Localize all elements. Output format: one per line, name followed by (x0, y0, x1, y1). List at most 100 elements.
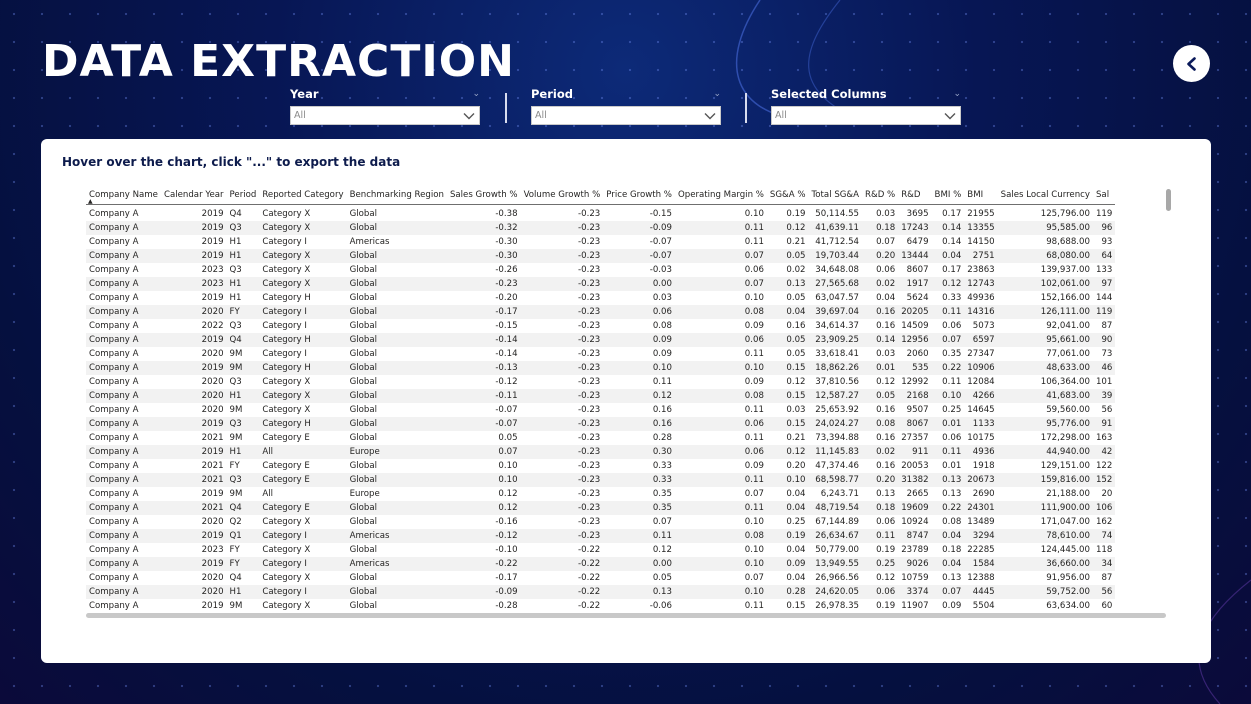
table-cell: Q3 (229, 377, 242, 387)
column-header[interactable]: Price Growth % (603, 187, 675, 205)
table-row[interactable]: Company A 2019 H1 Category X Global -0.30 -0.2… (86, 249, 1116, 263)
table-cell: Americas (346, 557, 447, 571)
table-row[interactable]: Company A 2020 9M Category X Global -0.07 -0.2… (86, 403, 1115, 417)
column-header[interactable]: Company Name ▲ (86, 187, 161, 205)
table-row[interactable]: Company A 2019 9M Category H Global -0.13 -0.2… (86, 361, 1116, 375)
table-cell: 68,598.77 (808, 473, 863, 487)
table-row[interactable]: Company A 2019 Q3 Category X Global -0.32 -0.2… (86, 221, 1116, 235)
table-row[interactable]: Company A 2021 Q4 Category E Global 0.12 -0.23… (86, 501, 1116, 515)
table-cell: 2690 (972, 489, 995, 499)
table-row[interactable]: Company A 2020 H1 Category X Global -0.11 -0.2… (86, 389, 1116, 403)
table-cell: 2019 (160, 249, 227, 263)
table-row[interactable]: Company A 2021 9M Category E Global 0.05 -0.23… (86, 431, 1115, 445)
table-cell: 14509 (901, 321, 929, 331)
column-header[interactable]: Volume Growth % (520, 187, 604, 205)
table-cell: 63,634.00 (1046, 601, 1090, 611)
year-filter[interactable]: Year ⌄ All (290, 86, 480, 125)
vertical-scrollbar[interactable] (1166, 189, 1171, 211)
column-header[interactable]: Period (226, 187, 260, 205)
table-cell: 0.20 (862, 249, 899, 263)
table-cell: 0.07 (674, 249, 767, 263)
table-cell: 119 (1095, 209, 1113, 219)
table-row[interactable]: Company A 2019 Q1 Category I Americas -0.12 -0… (86, 529, 1116, 543)
data-table-viewport[interactable]: Company Name ▲ Calendar Year Period Reported… (86, 187, 1166, 617)
table-cell: 0.04 (786, 489, 806, 499)
table-row[interactable]: Company A 2019 H1 Category H Global -0.20 -0.2… (86, 291, 1115, 305)
table-row[interactable]: Company A 2019 H1 Category I Americas -0.30 -0… (86, 235, 1115, 249)
table-cell: 0.02 (862, 277, 899, 291)
table-row[interactable]: Company A 2020 Q2 Category X Global -0.16 -0.2… (86, 515, 1115, 529)
table-cell: 0.11 (942, 377, 962, 387)
column-header[interactable]: R&D (898, 187, 932, 205)
column-header[interactable]: Total SG&A (808, 187, 863, 205)
table-cell: 14645 (967, 405, 995, 415)
table-cell: -0.23 (520, 389, 604, 403)
table-cell: 59,752.00 (997, 585, 1093, 599)
table-row[interactable]: Company A 2019 Q4 Category H Global -0.14 -0.2… (86, 333, 1116, 347)
table-cell: 0.19 (786, 209, 806, 219)
table-cell: 2019 (160, 417, 227, 431)
table-cell: 47,374.46 (815, 461, 860, 471)
column-header[interactable]: Calendar Year (160, 187, 227, 205)
chevron-down-icon[interactable]: ⌄ (953, 89, 961, 99)
table-cell: 172,298.00 (1040, 433, 1090, 443)
table-cell: 20053 (901, 461, 929, 471)
column-header[interactable]: BMI % (931, 187, 965, 205)
table-row[interactable]: Company A 2023 H1 Category X Global -0.23 -0.2… (86, 277, 1116, 291)
table-row[interactable]: Company A 2021 FY Category E Global 0.10 -0.23… (86, 459, 1115, 473)
period-filter[interactable]: Period ⌄ All (531, 86, 721, 125)
table-row[interactable]: Company A 2020 FY Category I Global -0.17 -0.2… (86, 305, 1116, 319)
chevron-down-icon[interactable]: ⌄ (713, 89, 721, 99)
column-header[interactable]: Sales Growth % (446, 187, 521, 205)
table-row[interactable]: Company A 2022 Q3 Category I Global -0.15 -0.2… (86, 319, 1115, 333)
table-cell: H1 (226, 389, 260, 403)
period-filter-label: Period (531, 87, 573, 101)
column-header[interactable]: Operating Margin % (674, 187, 767, 205)
selected-columns-filter[interactable]: Selected Columns ⌄ All (771, 86, 961, 125)
column-header[interactable]: BMI (964, 187, 998, 205)
table-cell: 56 (1101, 405, 1113, 415)
table-row[interactable]: Company A 2021 Q3 Category E Global 0.10 -0.23… (86, 473, 1116, 487)
chevron-down-icon[interactable]: ⌄ (472, 89, 480, 99)
table-row[interactable]: Company A 2020 9M Category I Global -0.14 -0.2… (86, 347, 1115, 361)
selected-columns-dropdown[interactable]: All (771, 106, 961, 125)
table-row[interactable]: Company A 2019 9M Category X Global -0.28 -0.2… (86, 599, 1115, 613)
table-cell: 0.11 (674, 221, 767, 235)
period-dropdown[interactable]: All (531, 106, 721, 125)
table-row[interactable]: Company A 2019 Q3 Category H Global -0.07 -0.2… (86, 417, 1116, 431)
table-cell: Q2 (229, 517, 242, 527)
table-cell: 129,151.00 (1040, 461, 1090, 471)
table-row[interactable]: Company A 2019 Q4 Category X Global -0.38 -0.2… (86, 207, 1115, 221)
table-cell: 9M (229, 349, 243, 359)
table-cell: 0.35 (942, 349, 962, 359)
table-row[interactable]: Company A 2020 Q4 Category X Global -0.17 -0.2… (86, 571, 1115, 585)
column-header[interactable]: Sal (1092, 187, 1116, 205)
column-header[interactable]: SG&A % (766, 187, 809, 205)
table-row[interactable]: Company A 2020 H1 Category I Global -0.09 -0.2… (86, 585, 1116, 599)
chevron-down-icon (944, 112, 956, 119)
table-cell: -0.15 (649, 209, 672, 219)
column-header[interactable]: Reported Category (259, 187, 347, 205)
back-button[interactable] (1173, 45, 1210, 82)
table-row[interactable]: Company A 2019 H1 All Europe 0.07 -0.23 0.30 0.0… (86, 445, 1116, 459)
table-row[interactable]: Company A 2020 Q3 Category X Global -0.12 -0.2… (86, 375, 1115, 389)
table-cell: -0.23 (446, 277, 521, 291)
table-row[interactable]: Company A 2019 9M All Europe 0.12 -0.23 0.35 0.0… (86, 487, 1115, 501)
table-cell: 0.00 (603, 557, 675, 571)
table-row[interactable]: Company A 2019 FY Category I Americas -0.22 -0… (86, 557, 1116, 571)
table-cell: -0.26 (495, 265, 518, 275)
table-cell: Global (349, 377, 377, 387)
table-cell: Company A (89, 601, 139, 611)
year-dropdown[interactable]: All (290, 106, 480, 125)
table-cell: Company A (86, 557, 161, 571)
column-header[interactable]: Benchmarking Region (346, 187, 447, 205)
column-header[interactable]: Sales Local Currency (997, 187, 1093, 205)
table-row[interactable]: Company A 2023 FY Category X Global -0.10 -0.2… (86, 543, 1115, 557)
table-cell: 163 (1095, 433, 1113, 443)
horizontal-scrollbar[interactable] (86, 613, 1166, 618)
table-cell: 2023 (160, 277, 227, 291)
table-row[interactable]: Company A 2023 Q3 Category X Global -0.26 -0.2… (86, 263, 1115, 277)
column-header[interactable]: R&D % (862, 187, 899, 205)
table-cell: 78,610.00 (997, 529, 1093, 543)
table-cell: 0.33 (603, 473, 675, 487)
